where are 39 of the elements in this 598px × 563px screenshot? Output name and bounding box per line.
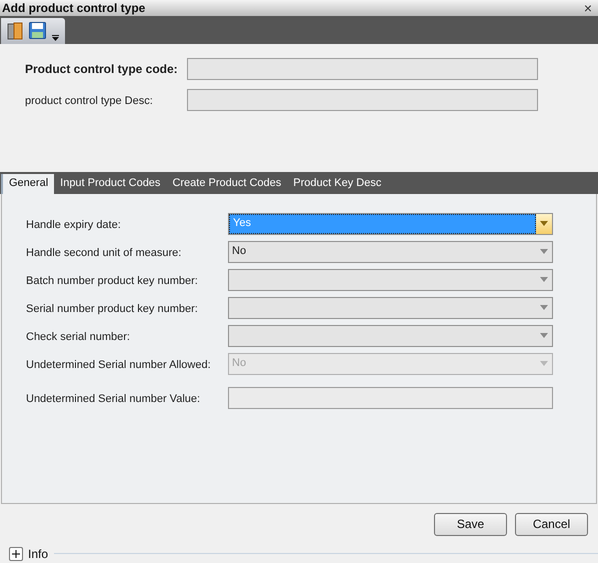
field-label: Serial number product key number: — [26, 302, 198, 315]
field-label: Undetermined Serial number Value: — [26, 392, 200, 405]
dropdown-arrow-icon[interactable] — [52, 34, 59, 42]
field-label: Undetermined Serial number Allowed: — [26, 358, 211, 371]
dropdown-caret-icon — [540, 333, 548, 338]
field-label: Handle second unit of measure: — [26, 246, 182, 259]
window-title: Add product control type — [2, 2, 146, 14]
tab[interactable]: Product Key Desc — [287, 174, 388, 194]
dropdown-caret-icon — [540, 277, 548, 282]
dropdown-value: No — [232, 244, 246, 260]
save-icon[interactable] — [29, 22, 46, 40]
field-label: product control type Desc: — [25, 94, 153, 107]
dropdown-caret-icon — [540, 305, 548, 310]
dropdown-value: No — [232, 356, 246, 372]
text-field[interactable] — [187, 88, 538, 111]
expand-button[interactable] — [9, 546, 23, 561]
dropdown-field[interactable] — [228, 296, 553, 319]
field-label: Check serial number: — [26, 330, 130, 343]
tab[interactable]: Input Product Codes — [54, 174, 166, 194]
field-label: Batch number product key number: — [26, 274, 198, 287]
dropdown-caret-icon — [540, 249, 548, 254]
text-field[interactable] — [228, 386, 553, 409]
dialog-button[interactable]: Cancel — [515, 512, 588, 536]
section-label: Info — [28, 546, 48, 563]
dropdown-value: Yes — [233, 216, 251, 232]
field-label: Handle expiry date: — [26, 218, 121, 231]
tab[interactable]: General — [1, 174, 54, 194]
dialog-button[interactable]: Save — [434, 512, 507, 536]
dropdown-field[interactable] — [228, 268, 553, 291]
text-field[interactable] — [187, 58, 538, 80]
dropdown-field[interactable] — [228, 324, 553, 347]
exit-door-icon[interactable] — [7, 22, 23, 40]
plus-icon — [12, 550, 20, 558]
dropdown-field[interactable]: No — [228, 240, 553, 263]
field-label: Product control type code: — [25, 62, 178, 76]
dropdown-caret-icon — [540, 221, 548, 226]
close-button[interactable]: × — [580, 0, 596, 15]
dropdown-caret-icon — [540, 361, 548, 366]
tab[interactable]: Create Product Codes — [166, 174, 288, 194]
